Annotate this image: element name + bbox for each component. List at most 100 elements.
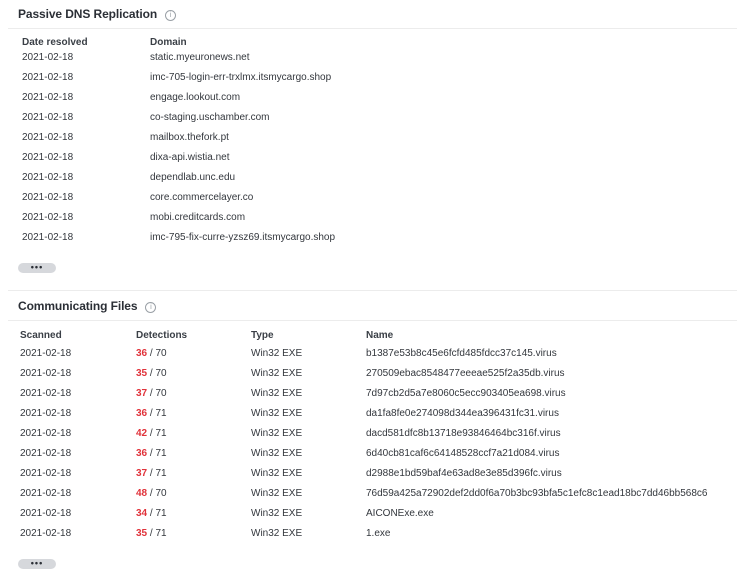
file-detections-cell[interactable]: 36 / 71 bbox=[136, 404, 167, 424]
detection-count: 35 bbox=[136, 528, 148, 539]
detection-total: / 70 bbox=[147, 488, 167, 499]
file-name-link[interactable]: b1387e53b8c45e6fcfd485fdcc37c145.virus bbox=[366, 344, 557, 364]
file-detections-cell[interactable]: 48 / 70 bbox=[136, 484, 167, 504]
table-row: 2021-02-18 35 / 71 Win32 EXE 1.exe bbox=[0, 524, 737, 544]
file-type-cell: Win32 EXE bbox=[251, 488, 303, 499]
file-detections-cell[interactable]: 36 / 71 bbox=[136, 444, 167, 464]
table-row: 2021-02-18 36 / 71 Win32 EXE da1fa8fe0e2740… bbox=[0, 404, 737, 424]
file-scanned-cell: 2021-02-18 bbox=[20, 428, 72, 439]
info-icon[interactable]: i bbox=[145, 302, 157, 313]
detection-total: / 71 bbox=[147, 508, 167, 519]
dns-domain-link[interactable]: engage.lookout.com bbox=[150, 88, 240, 108]
files-header-detections[interactable]: Detections bbox=[136, 330, 187, 341]
file-detections-cell[interactable]: 42 / 71 bbox=[136, 424, 167, 444]
dns-date-cell: 2021-02-18 bbox=[22, 172, 74, 183]
file-scanned-cell: 2021-02-18 bbox=[20, 348, 72, 359]
file-name-link[interactable]: 6d40cb81caf6c64148528ccf7a21d084.virus bbox=[366, 444, 560, 464]
detection-count: 37 bbox=[136, 388, 148, 399]
file-name-link[interactable]: d2988e1bd59baf4e63ad8e3e85d396fc.virus bbox=[366, 464, 562, 484]
dns-more-button[interactable]: ••• bbox=[18, 263, 56, 273]
file-type-cell: Win32 EXE bbox=[251, 428, 303, 439]
detection-total: / 70 bbox=[147, 348, 167, 359]
file-name-link[interactable]: 270509ebac8548477eeeae525f2a35db.virus bbox=[366, 364, 565, 384]
detection-count: 36 bbox=[136, 408, 148, 419]
dns-date-cell: 2021-02-18 bbox=[22, 212, 74, 223]
detection-total: / 71 bbox=[147, 528, 167, 539]
dns-domain-link[interactable]: mobi.creditcards.com bbox=[150, 208, 245, 228]
file-detections-cell[interactable]: 37 / 71 bbox=[136, 464, 167, 484]
dns-header-domain[interactable]: Domain bbox=[150, 37, 187, 48]
table-row: 2021-02-18 imc-705-login-err-trxlmx.itsmy… bbox=[0, 68, 737, 88]
detection-total: / 71 bbox=[147, 428, 167, 439]
file-type-cell: Win32 EXE bbox=[251, 368, 303, 379]
file-scanned-cell: 2021-02-18 bbox=[20, 388, 72, 399]
file-detections-cell[interactable]: 34 / 71 bbox=[136, 504, 167, 524]
file-scanned-cell: 2021-02-18 bbox=[20, 488, 72, 499]
detection-count: 42 bbox=[136, 428, 148, 439]
file-type-cell: Win32 EXE bbox=[251, 468, 303, 479]
files-section-title-text: Communicating Files bbox=[18, 299, 138, 313]
files-header-scanned[interactable]: Scanned bbox=[20, 330, 62, 341]
dns-divider bbox=[8, 28, 737, 29]
files-section-title: Communicating Files i bbox=[18, 299, 157, 313]
dns-date-cell: 2021-02-18 bbox=[22, 112, 74, 123]
file-name-link[interactable]: 7d97cb2d5a7e8060c5ecc903405ea698.virus bbox=[366, 384, 566, 404]
table-row: 2021-02-18 36 / 70 Win32 EXE b1387e53b8c45e… bbox=[0, 344, 737, 364]
file-detections-cell[interactable]: 35 / 71 bbox=[136, 524, 167, 544]
table-row: 2021-02-18 37 / 70 Win32 EXE 7d97cb2d5a7e80… bbox=[0, 384, 737, 404]
files-divider bbox=[8, 320, 737, 321]
dns-domain-link[interactable]: dixa-api.wistia.net bbox=[150, 148, 229, 168]
files-header-name[interactable]: Name bbox=[366, 330, 393, 341]
file-type-cell: Win32 EXE bbox=[251, 388, 303, 399]
dns-domain-link[interactable]: dependlab.unc.edu bbox=[150, 168, 235, 188]
dns-date-cell: 2021-02-18 bbox=[22, 72, 74, 83]
dns-date-cell: 2021-02-18 bbox=[22, 92, 74, 103]
file-name-link[interactable]: AICONExe.exe bbox=[366, 504, 434, 524]
file-name-link[interactable]: 1.exe bbox=[366, 524, 390, 544]
detection-total: / 71 bbox=[147, 468, 167, 479]
table-row: 2021-02-18 engage.lookout.com bbox=[0, 88, 737, 108]
files-header-type[interactable]: Type bbox=[251, 330, 274, 341]
file-name-link[interactable]: dacd581dfc8b13718e93846464bc316f.virus bbox=[366, 424, 561, 444]
file-type-cell: Win32 EXE bbox=[251, 348, 303, 359]
table-row: 2021-02-18 37 / 71 Win32 EXE d2988e1bd59baf… bbox=[0, 464, 737, 484]
file-scanned-cell: 2021-02-18 bbox=[20, 468, 72, 479]
table-row: 2021-02-18 48 / 70 Win32 EXE 76d59a425a7290… bbox=[0, 484, 737, 504]
file-scanned-cell: 2021-02-18 bbox=[20, 368, 72, 379]
file-type-cell: Win32 EXE bbox=[251, 408, 303, 419]
dns-section-title: Passive DNS Replication i bbox=[18, 7, 177, 21]
dns-domain-link[interactable]: core.commercelayer.co bbox=[150, 188, 253, 208]
dns-domain-link[interactable]: co-staging.uschamber.com bbox=[150, 108, 270, 128]
table-row: 2021-02-18 dependlab.unc.edu bbox=[0, 168, 737, 188]
file-type-cell: Win32 EXE bbox=[251, 448, 303, 459]
file-type-cell: Win32 EXE bbox=[251, 528, 303, 539]
table-row: 2021-02-18 35 / 70 Win32 EXE 270509ebac8548… bbox=[0, 364, 737, 384]
dns-domain-link[interactable]: imc-705-login-err-trxlmx.itsmycargo.shop bbox=[150, 68, 331, 88]
detection-total: / 71 bbox=[147, 448, 167, 459]
table-row: 2021-02-18 mailbox.thefork.pt bbox=[0, 128, 737, 148]
dns-domain-link[interactable]: imc-795-fix-curre-yzsz69.itsmycargo.shop bbox=[150, 228, 335, 248]
table-row: 2021-02-18 42 / 71 Win32 EXE dacd581dfc8b13… bbox=[0, 424, 737, 444]
file-name-link[interactable]: 76d59a425a72902def2dd0f6a70b3bc93bfa5c1e… bbox=[366, 484, 707, 504]
detection-total: / 70 bbox=[147, 388, 167, 399]
dns-date-cell: 2021-02-18 bbox=[22, 152, 74, 163]
table-row: 2021-02-18 core.commercelayer.co bbox=[0, 188, 737, 208]
file-detections-cell[interactable]: 36 / 70 bbox=[136, 344, 167, 364]
detection-total: / 70 bbox=[147, 368, 167, 379]
info-icon[interactable]: i bbox=[165, 10, 177, 21]
file-detections-cell[interactable]: 37 / 70 bbox=[136, 384, 167, 404]
dns-domain-link[interactable]: mailbox.thefork.pt bbox=[150, 128, 229, 148]
table-row: 2021-02-18 34 / 71 Win32 EXE AICONExe.exe bbox=[0, 504, 737, 524]
table-row: 2021-02-18 imc-795-fix-curre-yzsz69.itsmy… bbox=[0, 228, 737, 248]
file-detections-cell[interactable]: 35 / 70 bbox=[136, 364, 167, 384]
detection-count: 35 bbox=[136, 368, 148, 379]
dns-header-date[interactable]: Date resolved bbox=[22, 37, 88, 48]
file-scanned-cell: 2021-02-18 bbox=[20, 408, 72, 419]
dns-domain-link[interactable]: static.myeuronews.net bbox=[150, 48, 250, 68]
detection-count: 37 bbox=[136, 468, 148, 479]
file-scanned-cell: 2021-02-18 bbox=[20, 448, 72, 459]
detection-count: 36 bbox=[136, 348, 148, 359]
file-name-link[interactable]: da1fa8fe0e274098d344ea396431fc31.virus bbox=[366, 404, 559, 424]
detection-count: 34 bbox=[136, 508, 148, 519]
files-more-button[interactable]: ••• bbox=[18, 559, 56, 569]
